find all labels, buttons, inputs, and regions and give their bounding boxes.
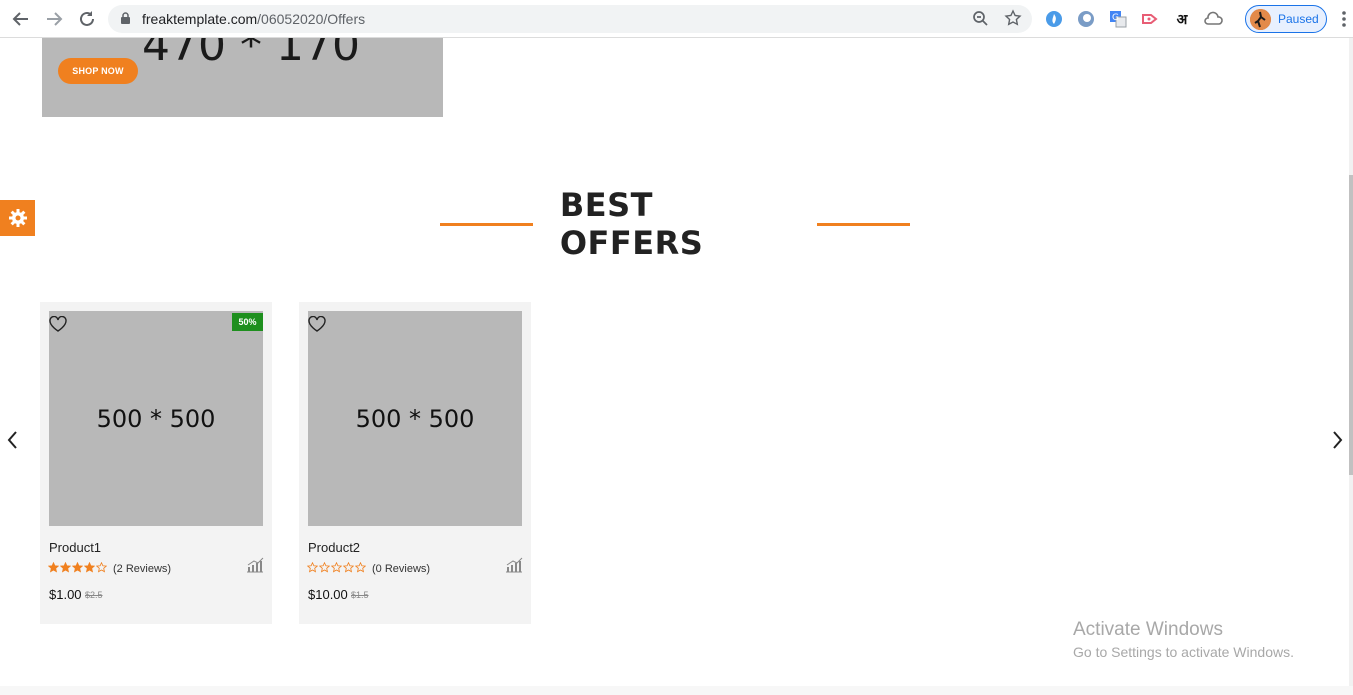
windows-activation-watermark: Activate Windows Go to Settings to activ…: [1073, 619, 1294, 660]
star-filled-icon: [60, 562, 71, 573]
extension-2[interactable]: [1076, 9, 1096, 29]
translate-icon: G: [1110, 11, 1127, 28]
url-host: freaktemplate.com: [142, 11, 258, 27]
heart-icon: [49, 315, 67, 332]
product-name[interactable]: Product1: [49, 540, 101, 555]
back-button[interactable]: [9, 7, 33, 31]
bookmark-star-icon[interactable]: [1004, 9, 1022, 27]
svg-text:G: G: [1112, 13, 1119, 23]
star-empty-icon: [343, 562, 354, 573]
arrow-left-icon: [12, 12, 28, 26]
wishlist-button[interactable]: [49, 315, 67, 337]
image-placeholder-text: 500 * 500: [96, 404, 216, 433]
url-path: /06052020/Offers: [257, 11, 366, 27]
product-image[interactable]: 500 * 500: [49, 311, 263, 526]
rating-stars: [48, 562, 107, 573]
star-filled-icon: [72, 562, 83, 573]
watermark-title: Activate Windows: [1073, 619, 1223, 640]
forward-button[interactable]: [42, 7, 66, 31]
section-header: BEST OFFERS: [440, 186, 911, 262]
banner-size-text: 470 * 170: [142, 38, 360, 71]
section-title: BEST OFFERS: [559, 186, 704, 262]
scrollbar-thumb[interactable]: [1349, 175, 1353, 475]
compare-chart-icon: [247, 557, 264, 573]
extension-1[interactable]: [1044, 9, 1064, 29]
rating-stars: [307, 562, 366, 573]
share-arrow-icon: [1142, 14, 1158, 24]
star-empty-icon: [331, 562, 342, 573]
star-empty-icon: [319, 562, 330, 573]
product-image[interactable]: 500 * 500: [308, 311, 522, 526]
more-vert-icon: [1342, 11, 1346, 27]
chevron-left-icon: [7, 431, 17, 449]
old-price: $1.5: [351, 590, 369, 600]
watermark-subtitle: Go to Settings to activate Windows.: [1073, 644, 1294, 660]
url-text: freaktemplate.com/06052020/Offers: [142, 11, 365, 27]
settings-toggle[interactable]: [0, 200, 35, 236]
star-filled-icon: [84, 562, 95, 573]
profile-button[interactable]: Paused: [1245, 5, 1327, 33]
product-price: $1.00: [49, 587, 82, 602]
reload-icon: [80, 11, 94, 26]
offer-banner: 470 * 170 SHOP NOW: [42, 38, 443, 117]
shop-now-button[interactable]: SHOP NOW: [58, 58, 138, 84]
browser-menu-button[interactable]: [1337, 9, 1351, 29]
flame-extension-icon: [1046, 11, 1062, 27]
avatar: [1250, 9, 1271, 30]
chevron-right-icon: [1333, 431, 1343, 449]
browser-toolbar: freaktemplate.com/06052020/Offers G अ Pa…: [0, 0, 1353, 38]
heart-icon: [308, 315, 326, 332]
page-scrollbar[interactable]: [1349, 38, 1353, 695]
star-empty-icon: [96, 562, 107, 573]
extension-hindi[interactable]: अ: [1172, 9, 1192, 29]
title-divider-right: [817, 222, 911, 226]
image-placeholder-text: 500 * 500: [355, 404, 475, 433]
title-divider-left: [440, 222, 533, 226]
product-card[interactable]: 500 * 500 Product2 (0 Reviews) $10.00 $1…: [299, 302, 531, 624]
review-count: (0 Reviews): [372, 563, 431, 575]
carousel-prev-button[interactable]: [2, 428, 22, 452]
profile-label: Paused: [1278, 12, 1319, 26]
product-name[interactable]: Product2: [308, 540, 360, 555]
lock-icon: [121, 12, 130, 24]
footer-strip: [0, 686, 1353, 695]
compare-button[interactable]: [505, 557, 523, 578]
star-filled-icon: [48, 562, 59, 573]
review-count: (2 Reviews): [113, 563, 172, 575]
extension-translate[interactable]: G: [1108, 9, 1128, 29]
star-empty-icon: [307, 562, 318, 573]
extension-6[interactable]: [1204, 9, 1224, 29]
zoom-icon[interactable]: [972, 10, 989, 27]
address-bar[interactable]: freaktemplate.com/06052020/Offers: [108, 5, 1032, 33]
extension-4[interactable]: [1140, 9, 1160, 29]
star-empty-icon: [355, 562, 366, 573]
product-price: $10.00: [308, 587, 348, 602]
compare-chart-icon: [506, 557, 523, 573]
product-card[interactable]: 500 * 500 50% Product1 (2 Reviews) $1.00…: [40, 302, 272, 624]
arrow-right-icon: [47, 12, 63, 26]
old-price: $2.5: [85, 590, 103, 600]
circle-extension-icon: [1078, 11, 1094, 27]
wishlist-button[interactable]: [308, 315, 326, 337]
compare-button[interactable]: [246, 557, 264, 578]
carousel-next-button[interactable]: [1328, 428, 1348, 452]
cloud-extension-icon: [1204, 11, 1223, 25]
reload-button[interactable]: [75, 7, 99, 31]
gear-icon: [8, 209, 27, 227]
discount-badge: 50%: [232, 313, 263, 331]
